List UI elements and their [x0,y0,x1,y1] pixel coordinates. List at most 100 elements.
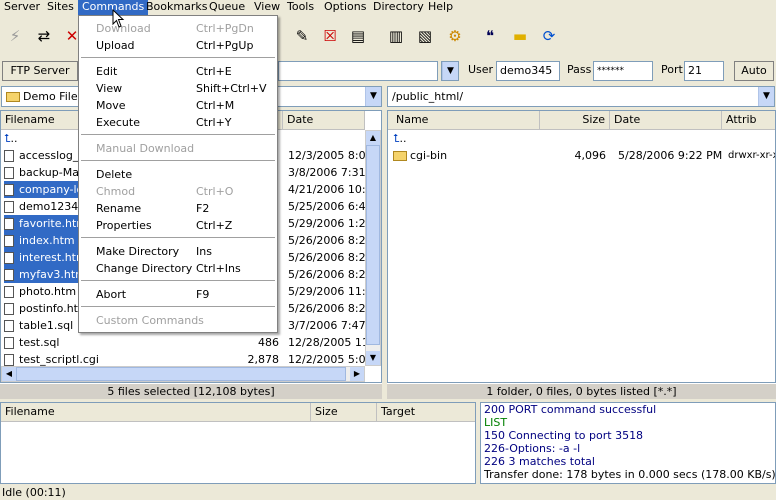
log-line: 226 3 matches total [484,455,595,468]
host-field[interactable] [278,61,438,81]
file-name: photo.htm [19,285,77,298]
menu-item-execute[interactable]: Execute [96,114,140,131]
queue-header-filename[interactable]: Filename [1,403,311,422]
file-date: 12/3/2005 8:08 [288,149,365,162]
menu-item-chmod: Chmod [96,185,136,198]
host-dropdown[interactable]: ▼ [441,61,459,81]
menu-server[interactable]: Server [0,0,44,15]
menu-bookmarks[interactable]: Bookmarks [142,0,211,15]
file-date: 5/26/2006 8:23 [288,234,365,247]
properties-icon[interactable]: ▤ [346,24,370,48]
local-path: Demo Files [23,90,84,103]
log-line: 150 Connecting to port 3518 [484,429,644,442]
quote-icon[interactable]: ❝ [478,24,502,48]
scroll-up-icon[interactable]: ▲ [366,131,380,145]
menu-item-rename[interactable]: Rename [96,200,141,217]
menu-separator [81,160,275,161]
menu-options[interactable]: Options [320,0,370,15]
delete-icon[interactable]: ☒ [318,24,342,48]
remote-header-attrib[interactable]: Attrib [722,111,775,130]
menu-shortcut-edit: Ctrl+E [196,65,232,78]
user-field[interactable]: demo345 [496,61,560,81]
remote-path-combo[interactable]: /public_html/ ▼ [387,86,775,107]
folder-icon [6,92,20,102]
folder-icon[interactable]: ▬ [508,24,532,48]
file-date: 5/29/2006 11:3 [288,285,365,298]
queue-icon[interactable]: ▥ [384,24,408,48]
password-field[interactable]: ****** [593,61,653,81]
menu-sites[interactable]: Sites [43,0,78,15]
local-vscrollbar[interactable]: ▲ ▼ [365,130,381,366]
menu-shortcut-chmod: Ctrl+O [196,185,234,198]
menu-directory[interactable]: Directory [369,0,428,15]
menu-shortcut-make-directory: Ins [196,245,212,258]
menu-shortcut-view: Shift+Ctrl+V [196,82,267,95]
port-field[interactable]: 21 [684,61,724,81]
queue-list[interactable]: Filename Size Target [0,402,476,484]
remote-file-row[interactable]: ⮤.. [388,130,775,147]
file-name: backup-Ma [19,166,79,179]
remote-header-name[interactable]: Name [388,111,540,130]
remote-file-row[interactable]: cgi-bin 4,096 5/28/2006 9:22 PM drwxr-xr-x [388,147,775,164]
scroll-right-icon[interactable]: ▶ [350,367,364,381]
remote-file-list[interactable]: Name Size Date Attrib ⮤.. cgi-bin 4,096 5/2… [387,110,776,383]
menu-item-custom-commands: Custom Commands [96,314,204,327]
menu-shortcut-move: Ctrl+M [196,99,235,112]
remote-header-size[interactable]: Size [540,111,610,130]
file-icon [4,235,14,247]
local-hscrollbar[interactable]: ◀ ▶ [1,366,365,382]
queue-header-size[interactable]: Size [311,403,377,422]
local-header-date[interactable]: Date [283,111,365,130]
menu-tools[interactable]: Tools [283,0,318,15]
menu-separator [81,57,275,58]
menu-shortcut-execute: Ctrl+Y [196,116,232,129]
scroll-down-icon[interactable]: ▼ [366,351,380,365]
file-date [618,130,722,147]
file-icon [4,201,14,213]
file-name: myfav3.htm [19,268,78,281]
file-date: 5/26/2006 8:29 [288,302,365,315]
menu-shortcut-upload: Ctrl+PgUp [196,39,254,52]
menu-shortcut-abort: F9 [196,288,210,301]
menu-item-properties[interactable]: Properties [96,217,152,234]
file-date: 3/7/2006 7:47 A [288,319,365,332]
menu-item-move[interactable]: Move [96,97,126,114]
menu-item-view[interactable]: View [96,80,122,97]
port-label: Port [661,63,683,76]
auto-button[interactable]: Auto [734,61,774,81]
scroll-thumb[interactable] [366,145,380,345]
file-name: cgi-bin [410,149,448,162]
menu-item-abort[interactable]: Abort [96,286,126,303]
menu-item-delete[interactable]: Delete [96,166,132,183]
ftp-server-button[interactable]: FTP Server [2,61,78,81]
scroll-thumb-h[interactable] [16,367,346,381]
menu-item-change-directory[interactable]: Change Directory [96,260,192,277]
remote-status: 1 folder, 0 files, 0 bytes listed [*.*] [387,383,776,399]
queue-header-target[interactable]: Target [377,403,475,422]
file-icon [4,337,14,349]
commands-menu: Download Ctrl+PgDn Upload Ctrl+PgUp Edit Ctrl… [78,15,278,333]
execute-icon[interactable]: ⚙ [443,24,467,48]
file-name: test.sql [19,336,60,349]
menu-help[interactable]: Help [424,0,457,15]
scroll-left-icon[interactable]: ◀ [2,367,16,381]
file-icon [4,150,14,162]
transfer-icon[interactable]: ▧ [413,24,437,48]
user-label: User [468,63,494,76]
menu-view[interactable]: View [250,0,284,15]
menu-queue[interactable]: Queue [205,0,249,15]
local-file-row[interactable]: test.sql 486 12/28/2005 11: [1,334,365,351]
log-line: 200 PORT command successful [484,403,657,416]
remote-header-date[interactable]: Date [610,111,722,130]
disconnect-icon[interactable]: ⚡ [3,24,27,48]
menu-item-upload[interactable]: Upload [96,37,135,54]
menu-item-make-directory[interactable]: Make Directory [96,243,179,260]
menu-item-edit[interactable]: Edit [96,63,117,80]
file-name: .. [10,132,18,145]
file-name: favorite.htm [19,217,78,230]
connect-icon[interactable]: ⇄ [32,24,56,48]
log-line: 226-Options: -a -l [484,442,581,455]
refresh-icon[interactable]: ⟳ [537,24,561,48]
edit-icon[interactable]: ✎ [290,24,314,48]
menu-shortcut-rename: F2 [196,202,210,215]
